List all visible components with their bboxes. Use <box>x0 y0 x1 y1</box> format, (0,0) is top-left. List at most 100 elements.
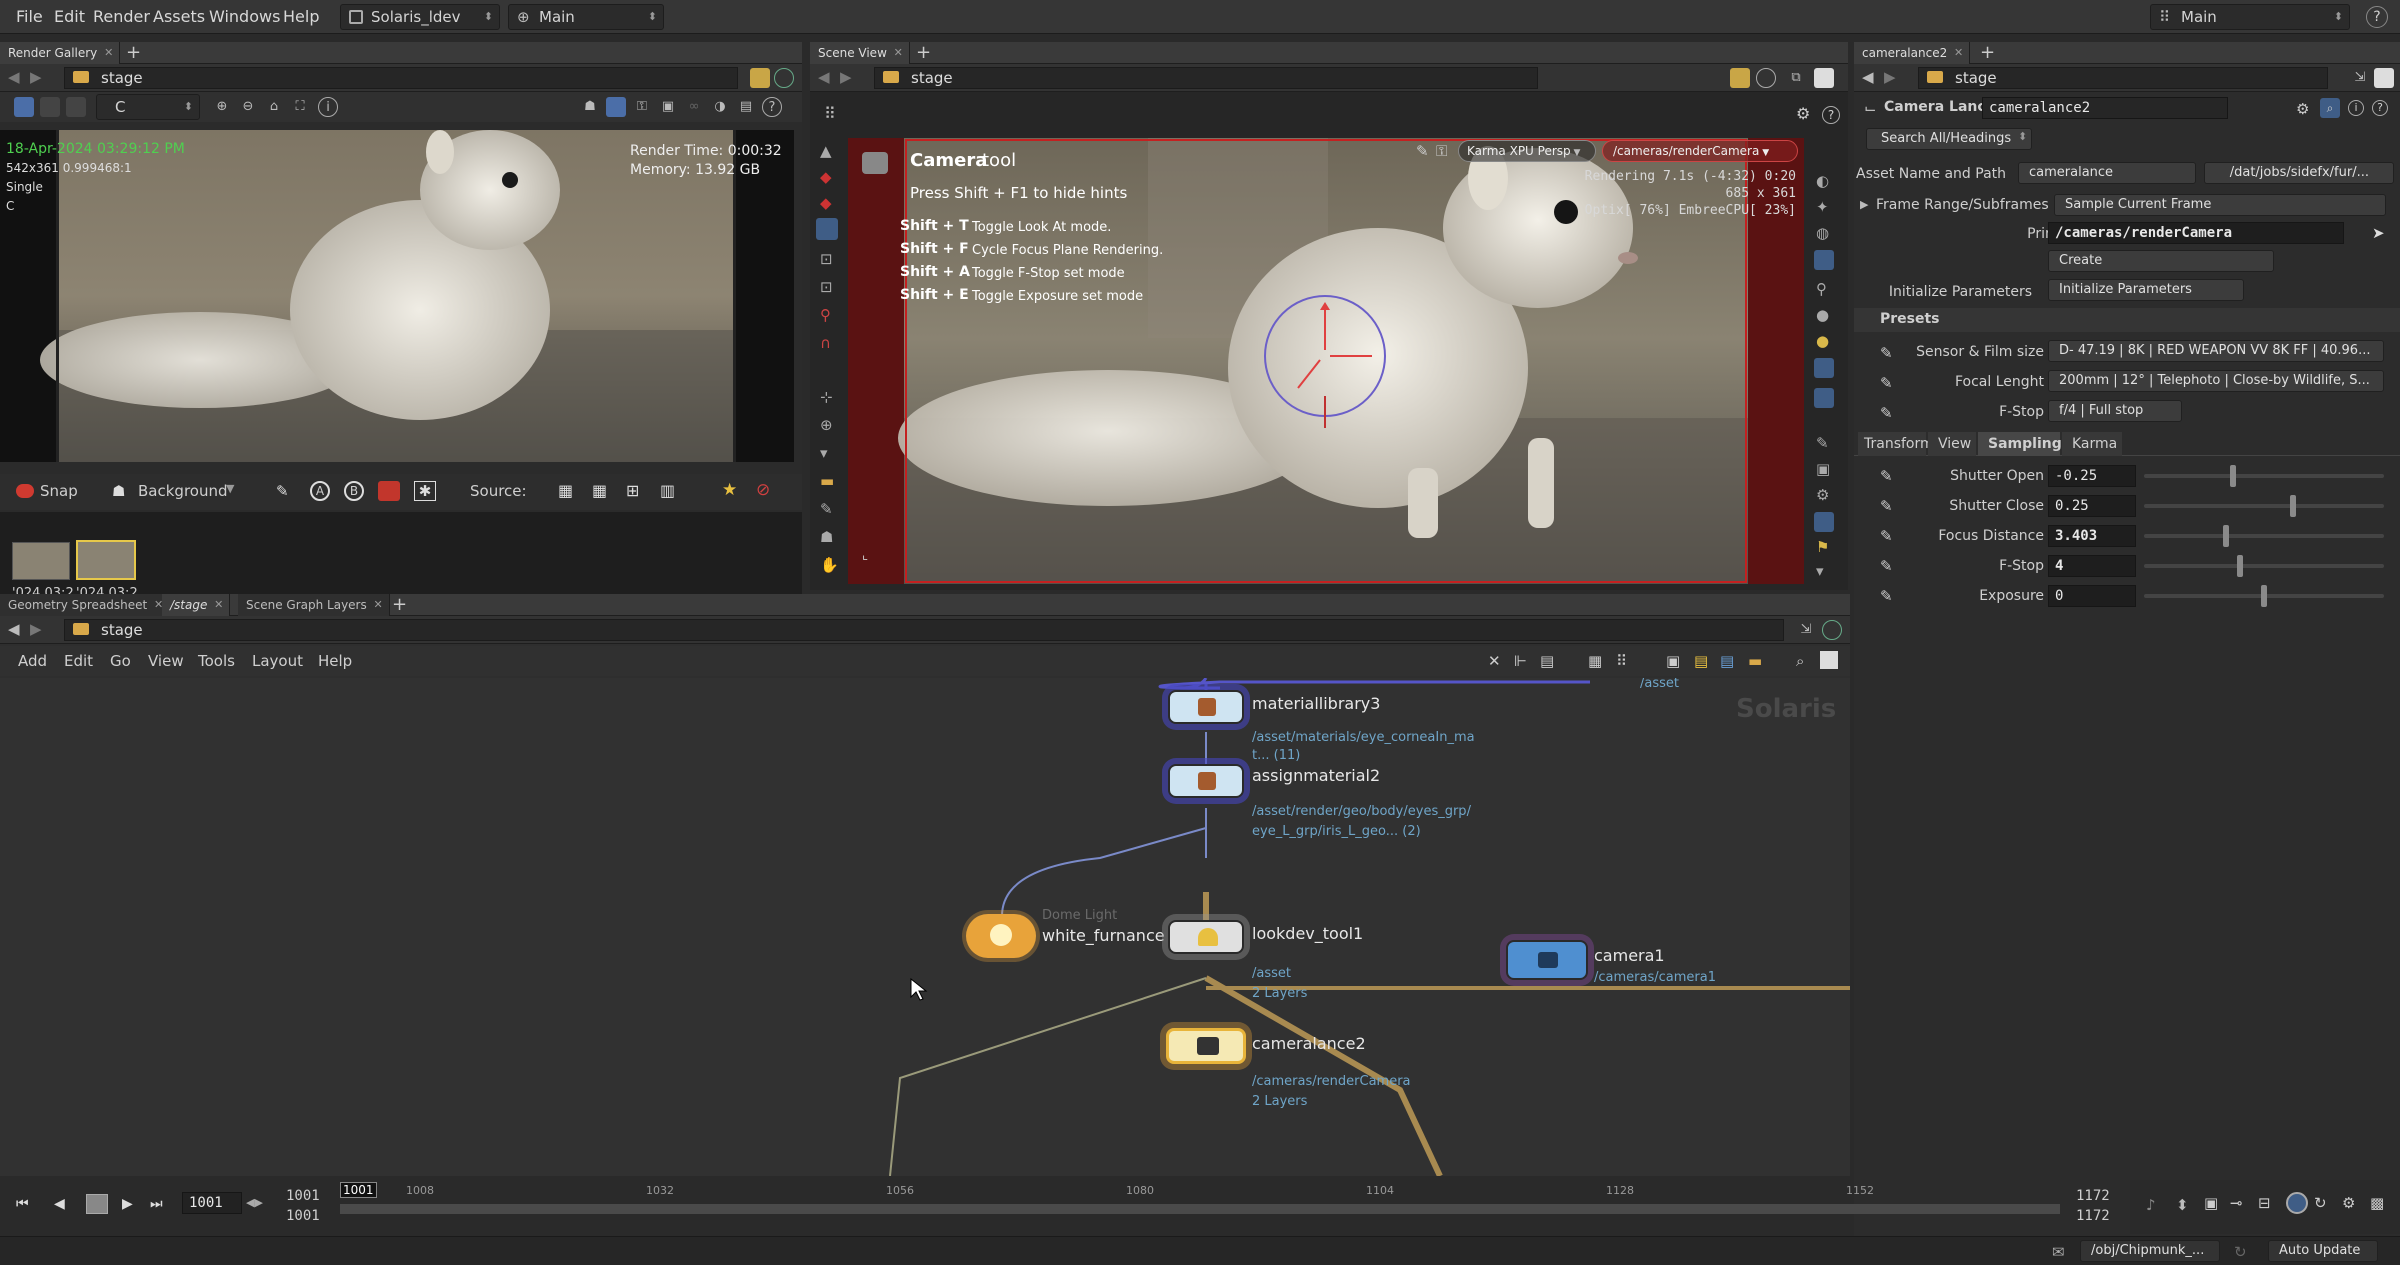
tab-geometry-spreadsheet[interactable]: Geometry Spreadsheet ✕ <box>0 594 171 616</box>
display-options-icon[interactable]: ▣ <box>2204 1194 2218 1212</box>
path-field[interactable]: stage <box>64 67 738 89</box>
save-image-icon[interactable]: ▤ <box>736 97 756 117</box>
menu-file[interactable]: File <box>16 7 43 26</box>
sun-icon[interactable]: ● <box>1816 332 1829 350</box>
fit-icon[interactable]: ⛶ <box>290 97 310 117</box>
keys-icon[interactable]: ⬍ <box>2176 1196 2189 1214</box>
menu-help[interactable]: Help <box>318 652 352 670</box>
display-toggle-icon[interactable] <box>1814 358 1834 378</box>
lock-icon[interactable]: ⚿ <box>632 97 652 117</box>
menu-assets[interactable]: Assets <box>153 7 205 26</box>
fstop-field[interactable]: 4 <box>2048 555 2136 577</box>
current-frame-field[interactable]: 1001 <box>182 1192 242 1214</box>
snapshot-thumbnail-selected[interactable] <box>76 540 136 580</box>
focus-distance-track[interactable] <box>2144 534 2384 538</box>
eye-icon[interactable]: ◐ <box>1816 172 1829 190</box>
node-camera1[interactable] <box>1506 940 1588 980</box>
menu-help[interactable]: Help <box>283 7 319 26</box>
strip-view-icon[interactable]: ▥ <box>660 481 675 500</box>
contrast-icon[interactable]: ◑ <box>710 97 730 117</box>
fstop-track[interactable] <box>2144 564 2384 568</box>
back-arrow-icon[interactable]: ◀ <box>1862 68 1874 86</box>
pen-icon[interactable]: ✎ <box>1880 404 1893 422</box>
handle-tool-icon[interactable]: ⊡ <box>820 250 833 268</box>
tag-icon[interactable]: ✎ <box>276 482 289 500</box>
back-arrow-icon[interactable]: ◀ <box>818 68 830 86</box>
chevron-down-icon[interactable]: ▾ <box>1816 562 1824 580</box>
add-tab-icon[interactable]: + <box>1980 42 1995 63</box>
pin-icon[interactable]: ⇲ <box>2350 68 2370 88</box>
asset-path-field[interactable]: /dat/jobs/sidefx/fur/... <box>2204 162 2394 184</box>
ghost-icon[interactable]: ✎ <box>1816 434 1829 452</box>
move-down-icon[interactable]: ▾ <box>820 444 828 462</box>
back-arrow-icon[interactable]: ◀ <box>8 620 20 638</box>
forward-arrow-icon[interactable]: ▶ <box>1884 68 1896 86</box>
magnet-icon[interactable]: ∩ <box>820 334 831 352</box>
add-tab-icon[interactable]: + <box>916 42 931 63</box>
loop-icon[interactable]: ↻ <box>2314 1194 2327 1212</box>
status-path[interactable]: /obj/Chipmunk_... <box>2080 1240 2220 1262</box>
exposure-field[interactable]: 0 <box>2048 585 2136 607</box>
timeline-ruler[interactable]: 1001 1008 1032 1056 1080 1104 1128 1152 <box>340 1178 2060 1214</box>
pen-icon[interactable]: ✎ <box>1880 374 1893 392</box>
wire-icon[interactable]: ⚙ <box>1816 486 1829 504</box>
context-selector[interactable]: ⊕ Main ⬍ <box>508 4 664 30</box>
snap-tool-icon[interactable]: ⊹ <box>820 388 833 406</box>
favorite-icon[interactable]: ★ <box>722 480 737 500</box>
shutter-close-field[interactable]: 0.25 <box>2048 495 2136 517</box>
desktop-selector[interactable]: Solaris_ldev ⬍ <box>340 4 500 30</box>
gear-icon[interactable]: ⚙ <box>1796 104 1810 123</box>
paint-tool-icon[interactable]: ☗ <box>820 528 833 546</box>
menu-tools[interactable]: Tools <box>198 652 235 670</box>
menu-edit[interactable]: Edit <box>54 7 85 26</box>
rotate-tool-icon[interactable]: ◆ <box>820 194 832 212</box>
camera-menu[interactable]: /cameras/renderCamera ▼ <box>1602 140 1798 162</box>
snapshot-icon[interactable]: ▣ <box>658 97 678 117</box>
cache-icon[interactable]: ▩ <box>2370 1194 2384 1212</box>
grid-3x3-icon[interactable]: ▦ <box>558 481 573 500</box>
menu-view[interactable]: View <box>148 652 184 670</box>
note-icon[interactable]: ▤ <box>1694 652 1708 670</box>
snapshot-thumbnail[interactable] <box>12 542 70 580</box>
channel-select[interactable]: C ⬍ <box>96 94 200 120</box>
dots-icon[interactable]: ⠿ <box>1616 652 1627 670</box>
jump-end-icon[interactable]: ⏭ <box>150 1196 163 1212</box>
zoom-in-icon[interactable]: ⊕ <box>212 97 232 117</box>
play-reverse-icon[interactable]: ◀ <box>54 1196 65 1212</box>
cursor-select-icon[interactable]: ➤ <box>2372 224 2385 242</box>
grid-view-icon[interactable] <box>40 97 60 117</box>
info-icon[interactable]: i <box>2348 100 2364 116</box>
range-start-field[interactable]: 1001 <box>286 1208 320 1224</box>
transform-tool-icon[interactable]: ◆ <box>820 168 832 186</box>
close-icon[interactable]: ✕ <box>894 42 903 64</box>
compare-icon[interactable]: ∞ <box>684 97 704 117</box>
focus-distance-handle[interactable] <box>2222 525 2229 547</box>
focal-length-select[interactable]: 200mm | 12° | Telephoto | Close-by Wildl… <box>2048 370 2384 392</box>
stop-icon[interactable] <box>86 1194 108 1214</box>
forward-arrow-icon[interactable]: ▶ <box>30 620 42 638</box>
ruler-icon[interactable]: ▬ <box>820 472 834 490</box>
tab-scene-graph-layers[interactable]: Scene Graph Layers ✕ <box>238 594 390 616</box>
maximize-icon[interactable] <box>1820 651 1838 669</box>
pen-icon[interactable]: ✎ <box>1880 467 1893 485</box>
add-tab-icon[interactable]: + <box>392 594 407 615</box>
close-icon[interactable]: ✕ <box>214 594 223 616</box>
sphere-icon[interactable]: ● <box>1816 306 1829 324</box>
lock-icon[interactable]: ⚿ <box>1436 142 1447 160</box>
right-context-selector[interactable]: ⠿ Main ⬍ <box>2150 4 2350 30</box>
home-icon[interactable]: ⌂ <box>264 97 284 117</box>
backdrop-icon[interactable]: ▤ <box>1720 652 1734 670</box>
pose-tool-icon[interactable]: ⊡ <box>820 278 833 296</box>
fstop-handle[interactable] <box>2237 555 2243 577</box>
edit-tool-icon[interactable]: ✎ <box>820 500 833 518</box>
menu-add[interactable]: Add <box>18 652 47 670</box>
search-icon[interactable]: ⌕ <box>1796 652 1804 670</box>
path-field[interactable]: stage <box>874 67 1538 89</box>
help-icon[interactable]: ? <box>2366 6 2388 28</box>
grid-2x2-icon[interactable]: ▦ <box>592 481 607 500</box>
exposure-handle[interactable] <box>2261 585 2267 607</box>
teapot-icon[interactable]: ☗ <box>580 97 600 117</box>
range-end-field[interactable]: 1172 <box>2076 1208 2110 1224</box>
node-lookdev-tool1[interactable] <box>1168 920 1244 954</box>
node-white-furnance[interactable] <box>966 914 1036 958</box>
